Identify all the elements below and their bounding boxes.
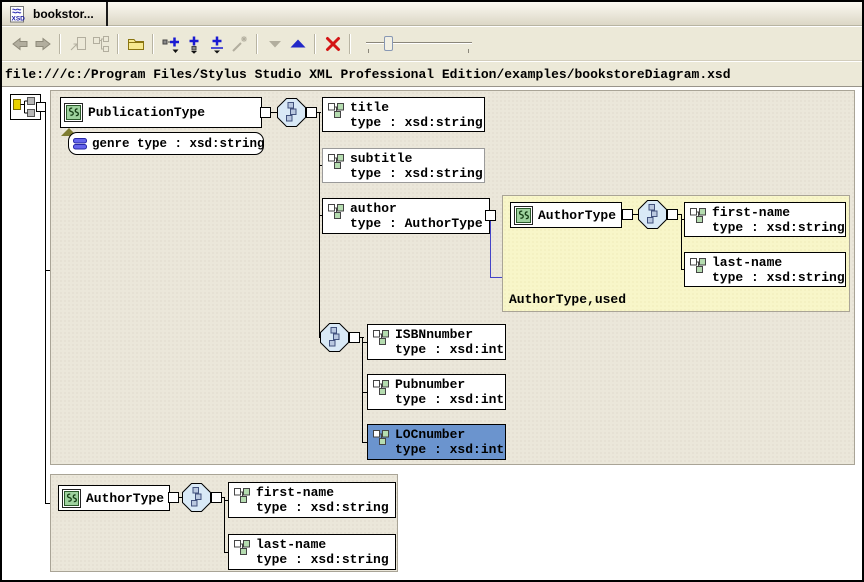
element-icon: [328, 153, 344, 169]
element-box-pubnumber[interactable]: Pubnumber type : xsd:int: [367, 374, 506, 410]
goto-definition-icon: [68, 34, 88, 54]
sequence-compositor-icon[interactable]: [638, 200, 667, 229]
tab-bar: XSD bookstor...: [2, 2, 862, 26]
up-triangle-button[interactable]: [286, 33, 309, 55]
connector-line: [45, 108, 46, 503]
element-icon: [328, 203, 344, 219]
zoom-slider[interactable]: [364, 33, 476, 55]
element-icon: [373, 379, 389, 395]
magic-wand-button[interactable]: [228, 33, 251, 55]
sequence-compositor-icon[interactable]: [277, 98, 306, 127]
forward-button[interactable]: [31, 33, 54, 55]
element-box-last-name[interactable]: last-name type : xsd:string: [228, 534, 396, 570]
complextype-box-publicationtype[interactable]: PublicationType: [60, 97, 262, 128]
expand-children-button[interactable]: [182, 33, 205, 55]
collapse-toggle[interactable]: [168, 492, 179, 503]
sequence-compositor-icon[interactable]: [182, 483, 211, 512]
collapse-toggle[interactable]: [211, 492, 222, 503]
used-type-caption: AuthorType,used: [509, 292, 626, 307]
diagram-canvas: PublicationType genre type : xsd:string …: [2, 87, 862, 580]
back-arrow-icon: [10, 34, 30, 54]
toolbar-separator: [256, 34, 258, 54]
connector-line: [681, 214, 682, 270]
connector-line: [224, 497, 225, 553]
location-bar: file:///c:/Program Files/Stylus Studio X…: [2, 62, 862, 87]
show-usages-button[interactable]: [89, 33, 112, 55]
toolbar-separator: [314, 34, 316, 54]
expand-all-button[interactable]: [205, 33, 228, 55]
collapse-toggle[interactable]: [622, 209, 633, 220]
element-icon: [234, 487, 250, 503]
element-box-first-name-ref[interactable]: first-name type : xsd:string: [684, 202, 846, 237]
complextype-box-authortype[interactable]: AuthorType: [58, 485, 170, 511]
delete-x-icon: [323, 34, 343, 54]
folder-icon: [126, 34, 146, 54]
toolbar-separator: [59, 34, 61, 54]
svg-text:XSD: XSD: [12, 15, 26, 22]
element-box-isbnnumber[interactable]: ISBNnumber type : xsd:int: [367, 324, 506, 360]
element-icon: [690, 207, 706, 223]
zoom-slider-thumb[interactable]: [384, 36, 393, 51]
attribute-icon: [73, 137, 88, 151]
back-button[interactable]: [8, 33, 31, 55]
type-reference-line: [490, 277, 502, 278]
element-icon: [373, 329, 389, 345]
expand-element-icon: [161, 34, 181, 54]
connector-line: [362, 337, 363, 443]
toolbar-separator: [349, 34, 351, 54]
toolbar-separator: [117, 34, 119, 54]
attribute-box-genre[interactable]: genre type : xsd:string: [68, 132, 264, 155]
element-icon: [234, 539, 250, 555]
diagram-toolbar: [2, 27, 862, 61]
element-icon: [328, 102, 344, 118]
collapse-toggle[interactable]: [485, 210, 496, 221]
document-url: file:///c:/Program Files/Stylus Studio X…: [5, 67, 731, 82]
element-icon: [373, 429, 389, 445]
complextype-box-authortype-ref[interactable]: AuthorType: [510, 202, 622, 228]
element-box-locnumber[interactable]: LOCnumber type : xsd:int: [367, 424, 506, 460]
show-usages-icon: [91, 34, 111, 54]
connector-line: [319, 112, 320, 338]
complextype-icon: [514, 206, 533, 225]
collapse-toggle[interactable]: [667, 209, 678, 220]
xsd-file-icon: XSD: [9, 6, 26, 23]
element-box-last-name-ref[interactable]: last-name type : xsd:string: [684, 252, 846, 287]
complextype-icon: [62, 489, 81, 508]
slider-tick: [468, 49, 469, 53]
expand-all-icon: [207, 34, 227, 54]
schema-root-icon[interactable]: [10, 94, 46, 121]
expand-element-button[interactable]: [159, 33, 182, 55]
magic-wand-icon: [230, 34, 250, 54]
slider-tick: [368, 49, 369, 53]
collapse-toggle[interactable]: [260, 107, 271, 118]
toolbar-separator: [152, 34, 154, 54]
type-reference-line: [490, 221, 491, 278]
delete-button[interactable]: [321, 33, 344, 55]
down-triangle-button[interactable]: [263, 33, 286, 55]
expand-children-icon: [184, 34, 204, 54]
element-box-subtitle[interactable]: subtitle type : xsd:string: [322, 148, 485, 183]
element-box-author[interactable]: author type : AuthorType: [322, 198, 490, 234]
down-triangle-icon: [265, 34, 285, 54]
zoom-slider-track[interactable]: [366, 42, 472, 44]
stylus-studio-window: XSD bookstor...: [0, 0, 864, 582]
complextype-icon: [64, 103, 83, 122]
tab-label: bookstor...: [33, 7, 94, 21]
open-schema-folder-button[interactable]: [124, 33, 147, 55]
choice-compositor-icon[interactable]: [320, 323, 349, 352]
element-icon: [690, 257, 706, 273]
tab-bookstore[interactable]: XSD bookstor...: [2, 2, 108, 26]
forward-arrow-icon: [33, 34, 53, 54]
element-box-title[interactable]: title type : xsd:string: [322, 97, 485, 132]
element-box-first-name[interactable]: first-name type : xsd:string: [228, 482, 396, 518]
up-triangle-icon: [288, 34, 308, 54]
collapse-toggle[interactable]: [349, 332, 360, 343]
goto-definition-button[interactable]: [66, 33, 89, 55]
collapse-toggle[interactable]: [306, 107, 317, 118]
